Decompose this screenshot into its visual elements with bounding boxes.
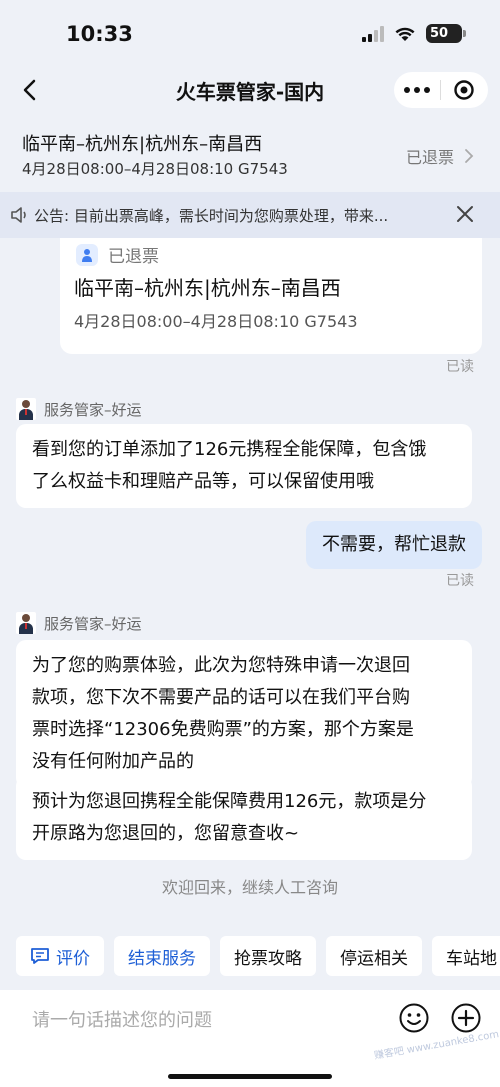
more-dots-icon [404, 87, 410, 93]
more-button[interactable] [394, 87, 440, 93]
status-bar: 10:33 50 [0, 0, 500, 66]
agent-message: 看到您的订单添加了126元携程全能保障，包含饿 了么权益卡和理赔产品等，可以保留… [16, 424, 472, 508]
message-line: 款项，您下次不需要产品的话可以在我们平台购 [32, 687, 410, 708]
order-detail: 4月28日08:00–4月28日08:10 G7543 [22, 160, 288, 178]
order-header[interactable]: 临平南–杭州东|杭州东–南昌西 4月28日08:00–4月28日08:10 G7… [0, 120, 500, 188]
agent-message: 为了您的购票体验，此次为您特殊申请一次退回 款项，您下次不需要产品的话可以在我们… [16, 640, 472, 788]
battery-indicator: 50 [426, 24, 466, 43]
home-indicator [168, 1074, 332, 1079]
emoji-icon[interactable] [398, 1002, 430, 1034]
rate-chip[interactable]: 评价 [16, 936, 104, 976]
agent-message: 预计为您退回携程全能保障费用126元，款项是分 开原路为您退回的，您留意查收~ [16, 776, 472, 860]
mini-program-capsule [394, 72, 488, 108]
status-icons: 50 [362, 24, 466, 43]
battery-percent: 50 [430, 26, 449, 41]
agent-name: 服务管家–好运 [44, 400, 142, 419]
chip-label: 车站地 [446, 948, 497, 969]
card-route: 临平南–杭州东|杭州东–南昌西 [74, 276, 341, 300]
chip-label: 抢票攻略 [234, 948, 302, 969]
quick-actions: 评价 结束服务 抢票攻略 停运相关 车站地 [16, 936, 500, 976]
suspension-chip[interactable]: 停运相关 [326, 936, 422, 976]
status-time: 10:33 [66, 22, 133, 46]
order-status-label: 已退票 [405, 148, 454, 167]
target-icon [454, 80, 474, 100]
avatar [16, 398, 36, 420]
agent-header: 服务管家–好运 [16, 612, 142, 634]
chip-label: 结束服务 [128, 948, 196, 969]
read-receipt: 已读 [446, 359, 474, 375]
chip-label: 评价 [56, 948, 90, 969]
notice-bar: 公告: 目前出票高峰，需长时间为您购票处理，带来... [0, 192, 500, 238]
message-line: 没有任何附加产品的 [32, 751, 194, 772]
message-line: 开原路为您退回的，您留意查收~ [32, 823, 300, 844]
chip-label: 停运相关 [340, 948, 408, 969]
system-message: 欢迎回来，继续人工咨询 [161, 878, 338, 897]
end-service-chip[interactable]: 结束服务 [114, 936, 210, 976]
close-mini-program-button[interactable] [441, 79, 487, 101]
order-route: 临平南–杭州东|杭州东–南昌西 [22, 134, 263, 155]
card-status-row: 已退票 [76, 242, 159, 267]
user-message: 不需要，帮忙退款 [306, 521, 482, 569]
agent-header: 服务管家–好运 [16, 398, 142, 420]
message-line: 预计为您退回携程全能保障费用126元，款项是分 [32, 791, 427, 812]
message-input[interactable]: 请一句话描述您的问题 [32, 1006, 212, 1032]
message-line: 看到您的订单添加了126元携程全能保障，包含饿 [32, 439, 427, 460]
ticket-strategy-chip[interactable]: 抢票攻略 [220, 936, 316, 976]
agent-name: 服务管家–好运 [44, 614, 142, 633]
avatar [16, 612, 36, 634]
card-status: 已退票 [108, 247, 159, 267]
nav-bar: 火车票管家-国内 [0, 66, 500, 114]
comment-icon [31, 948, 49, 964]
signal-icon [362, 25, 384, 42]
speaker-icon [11, 207, 26, 223]
wifi-icon [395, 27, 415, 41]
ticket-icon [76, 243, 98, 266]
read-receipt: 已读 [446, 573, 474, 589]
station-chip[interactable]: 车站地 [432, 936, 500, 976]
message-line: 票时选择“12306免费购票”的方案，那个方案是 [32, 719, 414, 740]
order-status: 已退票 [406, 144, 474, 168]
ticket-card[interactable]: 已退票 临平南–杭州东|杭州东–南昌西 4月28日08:00–4月28日08:1… [60, 238, 482, 354]
card-detail: 4月28日08:00–4月28日08:10 G7543 [74, 312, 358, 331]
message-line: 为了您的购票体验，此次为您特殊申请一次退回 [32, 655, 410, 676]
chevron-right-icon [465, 149, 474, 163]
close-icon[interactable] [456, 205, 474, 223]
notice-text: 公告: 目前出票高峰，需长时间为您购票处理，带来... [34, 207, 389, 225]
message-line: 了么权益卡和理赔产品等，可以保留使用哦 [32, 471, 374, 492]
